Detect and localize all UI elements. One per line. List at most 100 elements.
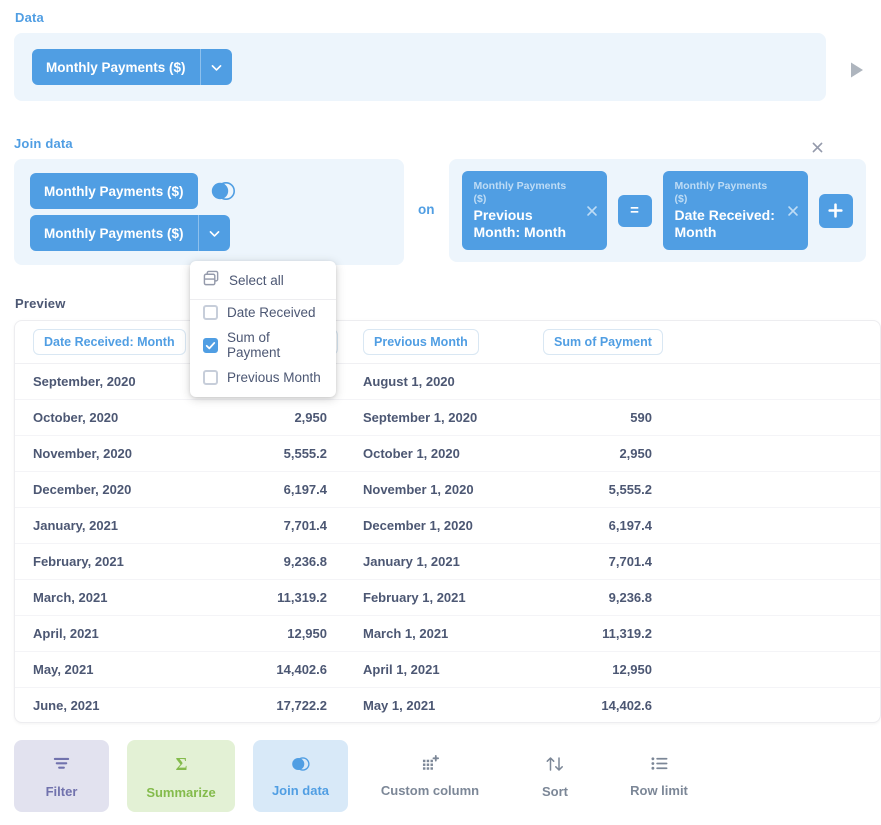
table-cell: February 1, 2021 bbox=[345, 579, 525, 616]
column-chip[interactable]: Previous Month bbox=[363, 328, 479, 355]
join-left-field[interactable]: Monthly Payments ($) Previous Month: Mon… bbox=[461, 171, 607, 250]
table-cell: May, 2021 bbox=[15, 651, 200, 688]
table-cell: November, 2020 bbox=[15, 435, 200, 472]
join-columns-picker-popup: Select all Date Received Sum of Payment Pr… bbox=[190, 261, 336, 397]
table-cell: 14,402.6 bbox=[525, 687, 670, 722]
checkbox-icon[interactable] bbox=[203, 370, 218, 385]
column-chip[interactable]: Sum of Payment bbox=[543, 328, 663, 355]
list-icon bbox=[650, 755, 669, 775]
table-cell: 14,402.6 bbox=[200, 651, 345, 688]
join-left-table-line: Monthly Payments ($) bbox=[30, 173, 388, 209]
table-cell: January, 2021 bbox=[15, 507, 200, 544]
table-cell-spacer bbox=[670, 471, 880, 508]
table-cell: March 1, 2021 bbox=[345, 615, 525, 652]
table-cell-spacer bbox=[670, 363, 880, 400]
preview-table: Date Received: Month Sum of Payment Previo… bbox=[15, 321, 880, 722]
table-row: June, 2021 17,722.2 May 1, 2021 14,402.6 bbox=[15, 687, 880, 722]
preview-column-header: Date Received: Month bbox=[15, 321, 200, 364]
action-button-join-data[interactable]: Join data bbox=[253, 740, 348, 812]
join-left-table-label: Monthly Payments ($) bbox=[44, 183, 184, 199]
add-join-condition-button[interactable] bbox=[818, 193, 853, 228]
action-button-label: Summarize bbox=[146, 784, 216, 800]
table-cell-spacer bbox=[670, 687, 880, 722]
plus-icon bbox=[828, 203, 843, 218]
data-step-label: Data bbox=[15, 10, 44, 25]
preview-table-body: September, 2020 August 1, 2020 October, 20… bbox=[15, 363, 880, 722]
action-button-summarize[interactable]: Σ Summarize bbox=[127, 740, 235, 812]
checkbox-icon[interactable] bbox=[203, 305, 218, 320]
preview-column-spacer bbox=[670, 321, 880, 364]
table-cell-spacer bbox=[670, 615, 880, 652]
run-query-button[interactable] bbox=[845, 58, 869, 82]
join-operator[interactable]: = bbox=[617, 194, 652, 227]
action-button-label: Row limit bbox=[630, 783, 688, 798]
table-cell: 5,555.2 bbox=[200, 435, 345, 472]
column-picker-list: Date Received Sum of Payment Previous Mont… bbox=[190, 300, 336, 390]
table-cell: December, 2020 bbox=[15, 471, 200, 508]
table-row: February, 2021 9,236.8 January 1, 2021 7,70… bbox=[15, 543, 880, 580]
table-cell: August 1, 2020 bbox=[345, 363, 525, 400]
table-row: November, 2020 5,555.2 October 1, 2020 2,95… bbox=[15, 435, 880, 472]
action-button-label: Sort bbox=[542, 783, 568, 799]
column-picker-item[interactable]: Date Received bbox=[190, 300, 336, 325]
table-cell: 5,555.2 bbox=[525, 471, 670, 508]
table-cell: November 1, 2020 bbox=[345, 471, 525, 508]
join-on-label: on bbox=[418, 202, 435, 217]
table-cell: 9,236.8 bbox=[525, 579, 670, 616]
select-all-row[interactable]: Select all bbox=[190, 261, 336, 300]
checkbox-icon[interactable] bbox=[203, 337, 218, 353]
action-button-filter[interactable]: Filter bbox=[14, 740, 109, 812]
join-left-table-picker[interactable]: Monthly Payments ($) bbox=[30, 173, 198, 209]
chevron-down-icon[interactable] bbox=[197, 215, 230, 251]
action-button-sort[interactable]: Sort bbox=[512, 740, 598, 812]
table-cell: 11,319.2 bbox=[525, 615, 670, 652]
data-source-picker[interactable]: Monthly Payments ($) bbox=[32, 49, 232, 85]
table-cell: 2,950 bbox=[200, 399, 345, 436]
join-right-table-picker[interactable]: Monthly Payments ($) bbox=[30, 215, 230, 251]
table-cell: 6,197.4 bbox=[200, 471, 345, 508]
table-cell: 12,950 bbox=[200, 615, 345, 652]
table-cell-spacer bbox=[670, 579, 880, 616]
svg-text:Σ: Σ bbox=[175, 754, 187, 774]
table-cell: October, 2020 bbox=[15, 399, 200, 436]
column-chip[interactable]: Date Received: Month bbox=[33, 328, 186, 355]
join-tables-panel: Monthly Payments ($) Monthly Payments ($… bbox=[14, 159, 404, 265]
close-icon bbox=[586, 205, 597, 216]
stacked-table-icon bbox=[203, 270, 220, 290]
venn-left-join-icon[interactable] bbox=[210, 178, 236, 204]
action-button-row-limit[interactable]: Row limit bbox=[616, 740, 702, 812]
join-right-field-table: Monthly Payments ($) bbox=[674, 180, 768, 205]
column-picker-item[interactable]: Previous Month bbox=[190, 365, 336, 390]
join-right-field[interactable]: Monthly Payments ($) Date Received: Mont… bbox=[662, 171, 808, 250]
join-condition-panel: Monthly Payments ($) Previous Month: Mon… bbox=[448, 159, 866, 262]
action-button-custom-column[interactable]: Custom column bbox=[366, 740, 494, 812]
action-button-label: Join data bbox=[271, 782, 330, 798]
action-button-label: Filter bbox=[45, 784, 78, 799]
table-cell: 6,197.4 bbox=[525, 507, 670, 544]
column-picker-item[interactable]: Sum of Payment bbox=[190, 325, 336, 365]
table-cell: 12,950 bbox=[525, 651, 670, 688]
table-cell: 11,319.2 bbox=[200, 579, 345, 616]
sort-arrows-icon bbox=[544, 755, 566, 776]
column-picker-item-label: Date Received bbox=[227, 305, 316, 320]
table-cell: September, 2020 bbox=[15, 363, 200, 400]
select-all-label: Select all bbox=[229, 272, 284, 288]
remove-right-field-button[interactable] bbox=[786, 204, 800, 218]
remove-join-step-button[interactable] bbox=[808, 138, 826, 156]
action-button-label: Custom column bbox=[380, 783, 480, 798]
table-row: April, 2021 12,950 March 1, 2021 11,319.2 bbox=[15, 615, 880, 652]
table-row: January, 2021 7,701.4 December 1, 2020 6,19… bbox=[15, 507, 880, 544]
remove-left-field-button[interactable] bbox=[585, 204, 599, 218]
preview-column-header: Previous Month bbox=[345, 321, 525, 364]
table-cell: 7,701.4 bbox=[525, 543, 670, 580]
sigma-icon: Σ bbox=[172, 754, 191, 777]
chevron-down-icon[interactable] bbox=[199, 49, 232, 85]
table-cell: January 1, 2021 bbox=[345, 543, 525, 580]
table-row: September, 2020 August 1, 2020 bbox=[15, 363, 880, 400]
close-icon bbox=[787, 205, 798, 216]
table-row: March, 2021 11,319.2 February 1, 2021 9,236… bbox=[15, 579, 880, 616]
venn-icon bbox=[290, 756, 312, 775]
table-row: May, 2021 14,402.6 April 1, 2021 12,950 bbox=[15, 651, 880, 688]
data-source-label: Monthly Payments ($) bbox=[46, 59, 186, 75]
table-cell bbox=[525, 363, 670, 400]
